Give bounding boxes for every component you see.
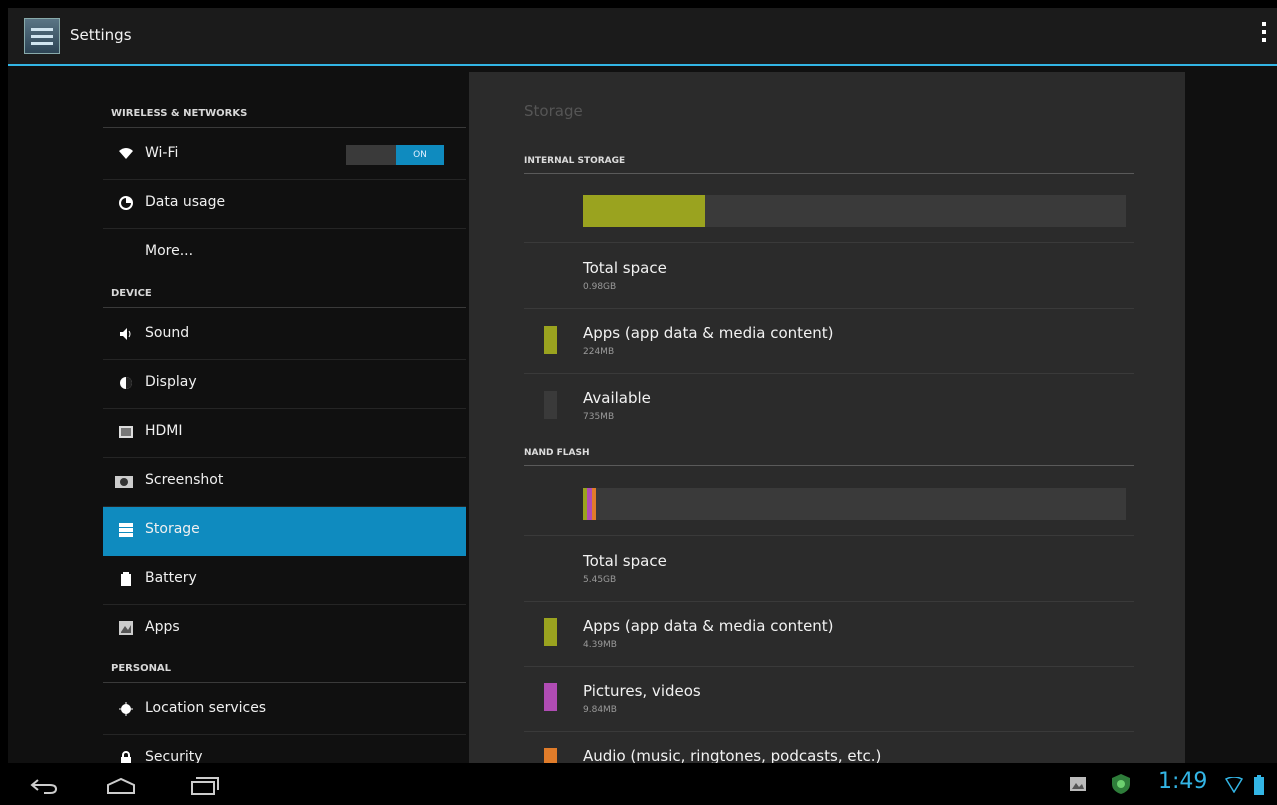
location-icon <box>119 702 133 716</box>
internal-storage-usage-bar <box>583 195 1126 227</box>
settings-item-label: Sound <box>145 325 190 341</box>
settings-app-icon[interactable] <box>24 18 60 54</box>
divider <box>524 373 1134 374</box>
settings-item-label: Location services <box>145 700 267 716</box>
toggle-state: ON <box>396 145 444 165</box>
settings-item-storage[interactable]: Storage <box>103 507 466 556</box>
data-usage-icon <box>119 196 133 210</box>
clock[interactable]: 1:49 <box>1158 769 1207 794</box>
divider <box>524 308 1134 309</box>
apps-color-swatch <box>544 618 557 646</box>
settings-item-hdmi[interactable]: HDMI <box>103 409 466 458</box>
hdmi-icon <box>119 426 133 438</box>
row-title: Pictures, videos <box>583 682 701 700</box>
settings-list[interactable]: WIRELESS & NETWORKS Wi-Fi ON Data usage … <box>103 66 466 763</box>
settings-item-label: Data usage <box>145 194 226 210</box>
row-title: Total space <box>583 552 667 570</box>
wifi-signal-icon <box>1225 777 1243 793</box>
settings-item-label: Battery <box>145 570 197 586</box>
settings-item-display[interactable]: Display <box>103 360 466 409</box>
storage-icon <box>119 523 133 537</box>
storage-title: Storage <box>524 102 583 120</box>
section-header-device: DEVICE <box>103 288 466 308</box>
settings-item-security[interactable]: Security <box>103 735 466 763</box>
system-nav-bar: 1:49 <box>0 763 1277 805</box>
settings-item-label: HDMI <box>145 423 183 439</box>
section-header-personal: PERSONAL <box>103 663 466 683</box>
settings-item-label: Screenshot <box>145 472 224 488</box>
gallery-notification-icon[interactable] <box>1070 777 1086 791</box>
settings-item-more[interactable]: More... <box>103 229 466 278</box>
settings-item-label: More... <box>145 243 194 259</box>
row-value: 5.45GB <box>583 575 617 585</box>
audio-color-swatch <box>544 748 557 763</box>
settings-item-label: Display <box>145 374 197 390</box>
wifi-toggle[interactable]: ON <box>346 145 444 165</box>
row-title: Total space <box>583 259 667 277</box>
row-title: Available <box>583 389 651 407</box>
wifi-icon <box>119 148 133 159</box>
section-header-wireless: WIRELESS & NETWORKS <box>103 108 466 128</box>
apps-icon <box>119 621 133 635</box>
sound-icon <box>120 328 131 340</box>
pictures-color-swatch <box>544 683 557 711</box>
battery-icon <box>121 572 131 586</box>
settings-item-apps[interactable]: Apps <box>103 605 466 654</box>
overflow-menu-icon[interactable] <box>1261 22 1267 48</box>
settings-item-sound[interactable]: Sound <box>103 311 466 360</box>
nand-storage-usage-bar <box>583 488 1126 520</box>
divider <box>524 535 1134 536</box>
section-header-nand-flash: NAND FLASH <box>524 448 1134 466</box>
divider <box>524 666 1134 667</box>
settings-item-screenshot[interactable]: Screenshot <box>103 458 466 507</box>
settings-item-location[interactable]: Location services <box>103 686 466 735</box>
divider <box>524 731 1134 732</box>
row-title: Apps (app data & media content) <box>583 617 834 635</box>
divider <box>524 601 1134 602</box>
display-icon <box>120 377 132 389</box>
row-title: Audio (music, ringtones, podcasts, etc.) <box>583 747 882 763</box>
settings-item-label: Security <box>145 749 203 763</box>
internal-apps-fill <box>583 195 706 227</box>
settings-item-wifi[interactable]: Wi-Fi ON <box>103 131 466 180</box>
apps-color-swatch <box>544 326 557 354</box>
row-value: 735MB <box>583 412 615 422</box>
settings-item-label: Storage <box>145 521 200 537</box>
row-value: 0.98GB <box>583 282 617 292</box>
screen: Settings WIRELESS & NETWORKS Wi-Fi ON Da… <box>0 0 1277 805</box>
row-title: Apps (app data & media content) <box>583 324 834 342</box>
available-color-swatch <box>544 391 557 419</box>
battery-status-icon <box>1254 775 1264 795</box>
divider <box>524 242 1134 243</box>
settings-item-label: Wi-Fi <box>145 145 179 161</box>
row-value: 4.39MB <box>583 640 617 650</box>
storage-panel: Storage INTERNAL STORAGE Total space 0.9… <box>469 72 1185 763</box>
page-title: Settings <box>70 26 132 44</box>
lock-icon <box>121 751 131 763</box>
nand-audio-fill <box>592 488 597 520</box>
settings-item-label: Apps <box>145 619 180 635</box>
settings-item-data-usage[interactable]: Data usage <box>103 180 466 229</box>
row-value: 9.84MB <box>583 705 617 715</box>
settings-item-battery[interactable]: Battery <box>103 556 466 605</box>
back-icon[interactable] <box>30 778 58 794</box>
settings-content: WIRELESS & NETWORKS Wi-Fi ON Data usage … <box>8 66 1277 763</box>
home-icon[interactable] <box>106 777 136 795</box>
shield-app-icon[interactable] <box>1110 773 1132 795</box>
camera-icon <box>115 476 133 488</box>
recents-icon[interactable] <box>190 776 220 796</box>
action-bar: Settings <box>8 8 1277 66</box>
row-value: 224MB <box>583 347 615 357</box>
section-header-internal-storage: INTERNAL STORAGE <box>524 156 1134 174</box>
